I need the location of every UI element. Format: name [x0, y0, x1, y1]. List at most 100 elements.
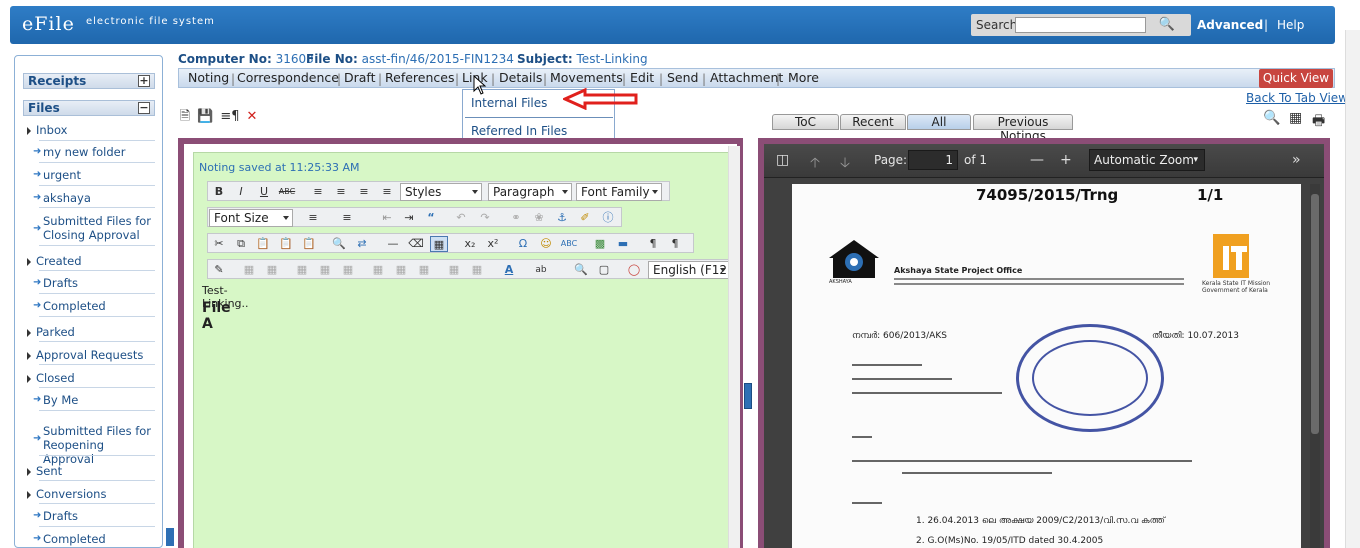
- panel-splitter-handle[interactable]: [744, 383, 752, 409]
- replace-icon[interactable]: ⇄: [353, 236, 371, 252]
- ltr-icon[interactable]: ¶: [644, 236, 662, 252]
- menu-item-internal-files[interactable]: Internal Files: [471, 96, 547, 110]
- paste-word-icon[interactable]: 📋: [300, 236, 318, 252]
- pdf-scrollbar-thumb[interactable]: [1311, 194, 1319, 434]
- strikethrough-icon[interactable]: ABC: [278, 184, 296, 200]
- tab-toc[interactable]: ToC: [772, 114, 839, 130]
- tab-attachment[interactable]: Attachment: [710, 70, 783, 85]
- tab-recent[interactable]: Recent: [840, 114, 906, 130]
- sidebar-item-conversions-completed[interactable]: ➜ Completed: [33, 532, 155, 546]
- print-icon[interactable]: 🖶: [1312, 110, 1325, 134]
- language-select[interactable]: English (F12: [648, 261, 730, 279]
- advanced-link[interactable]: Advanced: [1197, 18, 1263, 32]
- zoom-select[interactable]: Automatic Zoom ▾: [1089, 149, 1205, 171]
- split-cells-icon[interactable]: ▦: [369, 262, 387, 278]
- cell-props-icon[interactable]: ▦: [415, 262, 433, 278]
- editor-scrollbar[interactable]: [728, 146, 740, 548]
- search-input[interactable]: [1015, 17, 1146, 33]
- sidebar-item-my-new-folder[interactable]: ➜ my new folder: [33, 145, 155, 159]
- highlight-color-icon[interactable]: ab: [532, 262, 550, 278]
- align-justify-icon[interactable]: ≡: [378, 184, 396, 200]
- grid-view-icon[interactable]: ▦: [1289, 110, 1302, 126]
- special-char-icon[interactable]: Ω: [514, 236, 532, 252]
- expand-icon[interactable]: +: [138, 75, 150, 87]
- cleanup-icon[interactable]: ✐: [576, 210, 594, 226]
- styles-select[interactable]: Styles: [400, 183, 482, 201]
- tab-draft[interactable]: Draft: [344, 70, 376, 85]
- sidebar-item-conversions-drafts[interactable]: ➜ Drafts: [33, 509, 155, 523]
- sidebar-item-inbox[interactable]: Inbox: [27, 123, 152, 137]
- sidebar-section-files[interactable]: Files −: [23, 100, 155, 116]
- sidebar-item-created[interactable]: Created: [27, 254, 152, 268]
- media-icon[interactable]: ▩: [591, 236, 609, 252]
- copy-icon[interactable]: ⧉: [232, 236, 250, 252]
- more-tools-icon[interactable]: »: [1292, 152, 1301, 168]
- sidebar-item-completed[interactable]: ➜ Completed: [33, 299, 155, 313]
- zoom-in-icon[interactable]: 🔍: [1263, 110, 1280, 126]
- sidebar-item-sent[interactable]: Sent: [27, 464, 152, 478]
- anchor-icon[interactable]: ⚓: [553, 210, 571, 226]
- fullscreen-icon[interactable]: ▢: [595, 262, 613, 278]
- tab-edit[interactable]: Edit: [630, 70, 654, 85]
- page-break-icon[interactable]: ▬: [614, 236, 632, 252]
- paragraph-select[interactable]: Paragraph: [488, 183, 572, 201]
- sidebar-item-conversions[interactable]: Conversions: [27, 487, 152, 501]
- sidebar-item-closed[interactable]: Closed: [27, 371, 152, 385]
- paste-text-icon[interactable]: 📋: [277, 236, 295, 252]
- help-icon[interactable]: ⓘ: [599, 210, 617, 226]
- subscript-icon[interactable]: x₂: [461, 236, 479, 252]
- insert-row-icon[interactable]: ▦: [240, 262, 258, 278]
- new-page-icon[interactable]: 🗎: [178, 110, 192, 124]
- emoticon-icon[interactable]: ☺: [537, 236, 555, 252]
- tab-movements[interactable]: Movements: [550, 70, 623, 85]
- blockquote-icon[interactable]: “: [422, 210, 440, 226]
- bullet-list-icon[interactable]: ≡: [304, 210, 322, 226]
- insert-col-before-icon[interactable]: ▦: [293, 262, 311, 278]
- zoom-in-icon[interactable]: +: [1060, 152, 1072, 168]
- spellcheck-icon[interactable]: ABC: [560, 236, 578, 252]
- page-scrollbar[interactable]: [1345, 30, 1360, 548]
- redo-icon[interactable]: ↷: [476, 210, 494, 226]
- delete-icon[interactable]: ✕: [245, 110, 259, 124]
- eraser-icon[interactable]: ⌫: [407, 236, 425, 252]
- zoom-out-icon[interactable]: —: [1030, 152, 1044, 168]
- merge-cells-icon[interactable]: ▦: [392, 262, 410, 278]
- tab-noting[interactable]: Noting: [188, 70, 229, 85]
- row-props-icon[interactable]: ▦: [445, 262, 463, 278]
- sidebar-item-drafts[interactable]: ➜ Drafts: [33, 276, 155, 290]
- cut-icon[interactable]: ✂: [210, 236, 228, 252]
- sidebar-item-submitted-closing[interactable]: ➜ Submitted Files for Closing Approval: [33, 214, 155, 242]
- indent-icon[interactable]: ⇥: [400, 210, 418, 226]
- help-link[interactable]: Help: [1277, 18, 1304, 32]
- collapse-icon[interactable]: −: [138, 102, 150, 114]
- search-icon[interactable]: 🔍: [1147, 16, 1187, 34]
- font-family-select[interactable]: Font Family: [576, 183, 662, 201]
- insert-col-after-icon[interactable]: ▦: [316, 262, 334, 278]
- tab-all[interactable]: All: [907, 114, 971, 130]
- outdent-icon[interactable]: ⇤: [378, 210, 396, 226]
- next-page-icon[interactable]: 🡣: [840, 152, 850, 176]
- tab-correspondence[interactable]: Correspondence: [237, 70, 339, 85]
- menu-item-referred-in-files[interactable]: Referred In Files: [471, 124, 567, 138]
- horizontal-rule-icon[interactable]: —: [384, 236, 402, 252]
- superscript-icon[interactable]: x²: [484, 236, 502, 252]
- find-icon[interactable]: 🔍: [330, 236, 348, 252]
- align-center-icon[interactable]: ≡: [332, 184, 350, 200]
- delete-row-icon[interactable]: ▦: [263, 262, 281, 278]
- tab-references[interactable]: References: [385, 70, 454, 85]
- sidebar-collapse-handle[interactable]: [166, 528, 174, 546]
- font-size-select[interactable]: Font Size: [209, 209, 293, 227]
- rtl-icon[interactable]: ¶: [666, 236, 684, 252]
- tab-previous-notings[interactable]: Previous Notings: [973, 114, 1073, 143]
- tab-more[interactable]: More: [788, 70, 819, 85]
- tab-send[interactable]: Send: [667, 70, 698, 85]
- sidebar-item-by-me[interactable]: ➜ By Me: [33, 393, 155, 407]
- align-left-icon[interactable]: ≡: [309, 184, 327, 200]
- tab-details[interactable]: Details: [499, 70, 542, 85]
- sidebar-item-parked[interactable]: Parked: [27, 325, 152, 339]
- paste-icon[interactable]: 📋: [254, 236, 272, 252]
- align-right-icon[interactable]: ≡: [355, 184, 373, 200]
- quick-view-button[interactable]: Quick View: [1259, 69, 1333, 88]
- sidebar-item-approval-requests[interactable]: Approval Requests: [27, 348, 152, 362]
- link-icon[interactable]: ⚭: [507, 210, 525, 226]
